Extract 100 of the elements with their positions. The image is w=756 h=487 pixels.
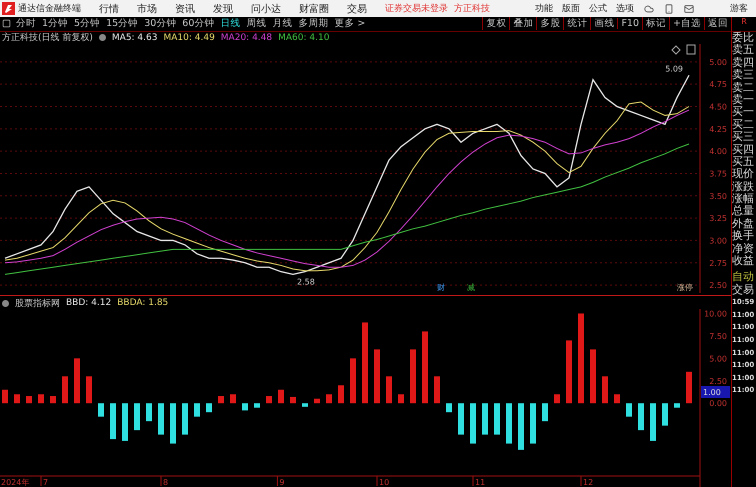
indicator-bar [410,350,416,404]
event-tag[interactable]: 减 [467,282,475,292]
menu-item[interactable]: 交易 [347,2,367,16]
indicator-bar [314,399,320,404]
indicator-bar [206,404,212,413]
axis-tick-label: 4.50 [709,102,727,112]
indicator-bar [506,404,512,444]
indicator-bar [14,394,20,404]
indicator-bar [626,404,632,418]
axis-tick-label: 2.75 [709,258,727,268]
menu-item[interactable]: 资讯 [175,2,195,16]
indicator-bar [110,404,116,440]
period-tab[interactable]: 5分钟 [74,17,100,30]
indicator-bar [338,386,344,404]
period-tab[interactable]: 日线 [220,17,240,30]
period-tab[interactable]: 更多 > [334,17,366,30]
toolbar-button[interactable]: 标记 [642,17,670,30]
trade-label[interactable]: 交易 [732,284,756,296]
sidebar-toggle-icon[interactable] [2,19,11,28]
indicator-bar [554,394,560,404]
indicator-bar [98,404,104,418]
indicator-bar [2,390,8,404]
menu-item[interactable]: 功能 [535,2,553,15]
indicator-bar [50,396,56,404]
quote-label: 涨跌 [732,180,755,193]
toolbar-button[interactable]: +自选 [669,17,704,30]
axis-tick-label: 5.00 [709,58,727,67]
period-tab[interactable]: 多周期 [298,17,328,30]
quote-label: 买一 [732,106,755,119]
period-tab[interactable]: 60分钟 [182,17,214,30]
indicator-chart: 0.00 2.50 5.00 7.50 10.00 1.00 2024年 7 8 9 10 11 12 [0,309,731,487]
quote-label: 委比 [732,32,755,44]
indicator-bar [470,404,476,444]
quote-label: 卖四 [732,56,755,69]
indicator-bar [134,404,140,431]
axis-tick-label: 3.00 [709,236,727,246]
quote-label: 卖二 [732,82,755,94]
quote-label: 收益 [732,255,755,268]
legend-item: BBDA: 1.85 [117,298,168,308]
period-tab[interactable]: 30分钟 [144,17,176,30]
quote-label: 涨幅 [732,193,755,206]
quote-label: 买三 [732,131,755,144]
quote-label: 外盘 [732,218,755,230]
legend-item: MA20: 4.48 [220,32,272,43]
period-tab[interactable]: 周线 [246,17,266,30]
indicator-bar [158,404,164,436]
indicator-bar [590,350,596,404]
quote-label: 买二 [732,118,755,131]
login-status[interactable]: 证券交易未登录 [385,2,448,15]
axis-tick-label: 4.25 [709,124,727,134]
indicator-bar [494,404,500,436]
event-tag[interactable]: 涨停 [677,282,693,292]
toolbar-button[interactable]: 返回 [704,17,731,30]
axis-tick-label: 3.25 [709,214,727,224]
app-logo-icon [2,2,15,15]
legend-item: BBD: 4.12 [66,298,112,308]
cloud-icon[interactable] [644,4,654,14]
axis-tick-label: 2.50 [709,281,727,290]
indicator-bar [194,404,200,418]
axis-tick-label: 4.00 [709,147,727,156]
user-label[interactable]: 游客 [730,2,748,15]
toolbar-button[interactable]: F10 [617,18,642,30]
quote-label: 买五 [732,156,755,168]
menu-item[interactable]: 版面 [562,2,580,15]
legend-item: MA10: 4.49 [163,32,215,43]
indicator-bar [458,404,464,436]
period-tab[interactable]: 15分钟 [106,17,138,30]
axis-tick-label: 10 [379,478,390,487]
event-tag[interactable]: 财 [437,282,445,292]
period-tab[interactable]: 月线 [272,17,292,30]
indicator-bar [38,394,44,404]
mail-icon[interactable] [684,4,694,14]
indicator-bar [230,394,236,404]
menu-item[interactable]: 选项 [616,2,634,15]
menu-item[interactable]: 公式 [589,2,607,15]
toolbar-button[interactable]: 复权 [482,17,510,30]
quote-label: 卖一 [732,94,755,106]
toolbar-button[interactable]: 叠加 [509,17,536,30]
diamond-icon[interactable] [671,45,681,55]
axis-tick-label: 5.00 [709,354,727,364]
quote-label: 买四 [732,144,755,156]
menu-item[interactable]: 财富圈 [299,2,329,16]
indicator-bar [650,404,656,442]
phone-icon[interactable] [664,4,674,14]
menu-item[interactable]: 问小达 [251,2,281,16]
toolbar-button[interactable]: 统计 [563,17,590,30]
menu-item[interactable]: 发现 [213,2,233,16]
period-tab[interactable]: 1分钟 [42,17,68,30]
quote-label: 卖三 [732,69,755,82]
toolbar-button[interactable]: 画线 [590,17,618,30]
menu-item[interactable]: 行情 [99,2,119,16]
legend-item: MA60: 4.10 [278,32,330,43]
indicator-bar [566,340,572,404]
indicator-bar [686,372,692,404]
menu-item[interactable]: 市场 [137,2,157,16]
period-tab[interactable]: 分时 [16,17,36,30]
panel-toggle-icon[interactable] [686,44,696,54]
toolbar-button[interactable]: 多股 [536,17,564,30]
trade-label[interactable]: 自动 [732,271,756,284]
indicator-bar [146,404,152,422]
